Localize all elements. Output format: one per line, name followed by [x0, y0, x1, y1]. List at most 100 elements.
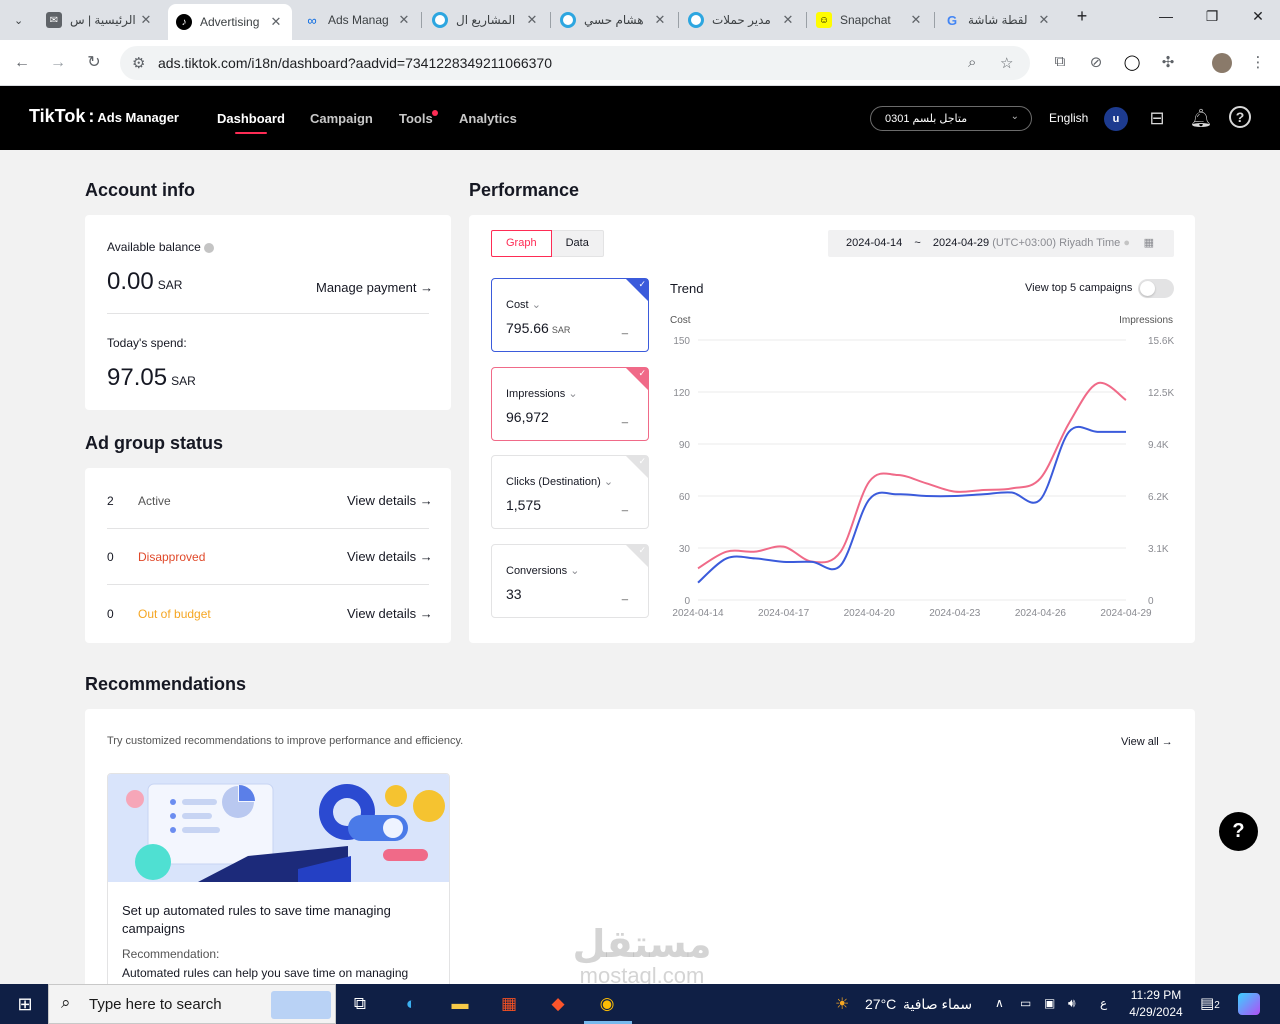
system-clock[interactable]: 11:29 PM 4/29/2024: [1129, 988, 1183, 1019]
app-header: TikTok: Ads Manager Dashboard Campaign To…: [0, 86, 1280, 150]
metric-card-conversions[interactable]: ✓ Conversions ⌄ 33 _: [491, 544, 649, 618]
tab-search-button[interactable]: ⌄: [8, 6, 34, 34]
close-window-button[interactable]: ✕: [1236, 8, 1280, 32]
browser-tab-5[interactable]: مدير حملات ✕: [680, 6, 804, 34]
extension-circle-icon[interactable]: ◯: [1122, 53, 1142, 73]
taskbar-search[interactable]: ⌕ Type here to search: [48, 984, 336, 1024]
x-tick-label: 2024-04-29: [1100, 608, 1152, 619]
store-icon[interactable]: ▦: [496, 992, 522, 1016]
browser-tab-7[interactable]: G لقطة شاشة ✕: [936, 6, 1060, 34]
close-icon[interactable]: ✕: [1036, 12, 1052, 28]
chrome-icon[interactable]: ◉: [594, 992, 620, 1016]
view-details-active-link[interactable]: View details →: [347, 493, 433, 508]
volume-icon[interactable]: 🔊︎: [1068, 996, 1076, 1011]
browser-tab-3[interactable]: المشاريع ال ✕: [424, 6, 548, 34]
task-view-icon[interactable]: ⧉: [347, 992, 373, 1016]
chevron-down-icon[interactable]: ⌄: [570, 565, 579, 577]
weather-temp[interactable]: 27°C: [865, 996, 896, 1012]
tiktok-logo[interactable]: TikTok: Ads Manager: [29, 106, 179, 127]
view-details-out-of-budget-link[interactable]: View details →: [347, 606, 433, 621]
notifications-icon[interactable]: ▤2: [1200, 994, 1220, 1012]
balance-value: 0.00 SAR: [107, 268, 183, 295]
trend-chart: Cost Impressions 150 15.6K 120 12.5K 90 9.4K 60 6…: [670, 315, 1174, 619]
input-language[interactable]: ع: [1100, 996, 1107, 1010]
extension-code-icon[interactable]: ⧉: [1050, 53, 1070, 73]
brave-icon[interactable]: ◆: [545, 992, 571, 1016]
status-label-out-of-budget: Out of budget: [138, 607, 211, 621]
briefcase-icon[interactable]: ⊟: [1145, 106, 1169, 130]
chevron-down-icon[interactable]: ⌄: [604, 476, 613, 488]
url-text[interactable]: ads.tiktok.com/i18n/dashboard?aadvid=734…: [158, 55, 552, 71]
close-icon[interactable]: ✕: [524, 12, 540, 28]
weather-icon[interactable]: ☀: [835, 994, 849, 1014]
user-avatar[interactable]: u: [1104, 107, 1128, 131]
close-icon[interactable]: ✕: [908, 12, 924, 28]
top5-toggle[interactable]: [1138, 279, 1174, 298]
close-icon[interactable]: ✕: [652, 12, 668, 28]
help-icon[interactable]: ?: [1229, 106, 1251, 128]
extensions-puzzle-icon[interactable]: ✣: [1158, 53, 1178, 73]
mail-icon: ✉: [46, 12, 62, 28]
account-info-title: Account info: [85, 180, 195, 200]
close-icon[interactable]: ✕: [396, 12, 412, 28]
copilot-icon[interactable]: [1238, 993, 1260, 1015]
metric-card-clicks[interactable]: ✓ Clicks (Destination) ⌄ 1,575 _: [491, 455, 649, 529]
close-icon[interactable]: ✕: [138, 12, 154, 28]
view-all-link[interactable]: View all →: [1121, 736, 1173, 748]
metric-card-impressions[interactable]: ✓ Impressions ⌄ 96,972 _: [491, 367, 649, 441]
back-arrow-icon[interactable]: ←: [11, 52, 33, 74]
bell-icon[interactable]: 🔔︎: [1189, 106, 1213, 130]
minimize-button[interactable]: —: [1144, 8, 1188, 32]
metric-card-cost[interactable]: ✓ Cost ⌄ 795.66 SAR _: [491, 278, 649, 352]
floating-help-button[interactable]: ?: [1219, 812, 1258, 851]
network-icon[interactable]: ▣: [1044, 996, 1055, 1010]
calendar-icon[interactable]: ▦: [1144, 230, 1154, 257]
tab-graph[interactable]: Graph: [491, 230, 552, 257]
browser-tab-strip: ⌄ ✉ الرئيسية | س ✕ ♪ Advertising ✕ ∞ Ads M…: [0, 0, 1280, 40]
close-icon[interactable]: ✕: [780, 12, 796, 28]
weather-text[interactable]: سماء صافية: [903, 996, 972, 1013]
zoom-icon[interactable]: ⌕: [968, 54, 976, 71]
tab-data[interactable]: Data: [551, 230, 604, 257]
file-explorer-icon[interactable]: ▬: [447, 992, 473, 1016]
browser-menu-icon[interactable]: ⋮: [1248, 53, 1268, 73]
reload-icon[interactable]: ↻: [83, 52, 105, 74]
info-icon[interactable]: [204, 242, 215, 253]
nav-analytics[interactable]: Analytics: [459, 111, 517, 126]
view-details-disapproved-link[interactable]: View details →: [347, 549, 433, 564]
divider: [107, 584, 429, 585]
manage-payment-link[interactable]: Manage payment →: [316, 280, 433, 295]
nav-campaign[interactable]: Campaign: [310, 111, 373, 126]
edge-icon[interactable]: ◐: [398, 992, 424, 1016]
x-tick-label: 2024-04-26: [1015, 608, 1067, 619]
browser-tab-6[interactable]: ☺ Snapchat ✕: [808, 6, 932, 34]
profile-avatar-icon[interactable]: [1212, 53, 1232, 73]
extension-link-icon[interactable]: ⊘: [1086, 53, 1106, 73]
account-selector[interactable]: 0301 متاجل بلسم ⌄: [870, 106, 1032, 131]
left-axis-title: Cost: [670, 315, 691, 326]
browser-tab-4[interactable]: هشام حسي ✕: [552, 6, 676, 34]
close-icon[interactable]: ✕: [268, 14, 284, 30]
browser-toolbar: ← → ↻ ⚙ ads.tiktok.com/i18n/dashboard?aa…: [0, 40, 1280, 86]
nav-tools[interactable]: Tools: [399, 111, 433, 126]
windows-start-icon[interactable]: ⊞: [12, 992, 38, 1016]
browser-tab-0[interactable]: ✉ الرئيسية | س ✕: [38, 6, 162, 34]
show-hidden-icons-icon[interactable]: ∧: [995, 996, 1004, 1010]
site-info-icon[interactable]: ⚙: [132, 54, 145, 72]
meet-now-icon[interactable]: ▭: [1020, 996, 1031, 1010]
language-selector[interactable]: English: [1049, 111, 1088, 125]
search-icon: ⌕: [61, 993, 71, 1012]
chevron-down-icon[interactable]: ⌄: [568, 388, 577, 400]
date-range-picker[interactable]: 2024-04-14 ~ 2024-04-29 (UTC+03:00) Riya…: [828, 230, 1174, 257]
address-bar[interactable]: ⚙ ads.tiktok.com/i18n/dashboard?aadvid=7…: [120, 46, 1030, 80]
nav-dashboard[interactable]: Dashboard: [217, 111, 285, 134]
browser-tab-2[interactable]: ∞ Ads Manag ✕: [296, 6, 420, 34]
bookmark-star-icon[interactable]: ☆: [1000, 54, 1013, 72]
recommendation-card-automated-rules[interactable]: Set up automated rules to save time mana…: [107, 773, 450, 1003]
new-tab-button[interactable]: +: [1060, 6, 1104, 30]
forward-arrow-icon[interactable]: →: [47, 52, 69, 74]
chevron-down-icon[interactable]: ⌄: [532, 299, 541, 311]
left-tick-label: 60: [679, 492, 691, 503]
browser-tab-1[interactable]: ♪ Advertising ✕: [168, 4, 292, 40]
maximize-button[interactable]: ❐: [1190, 8, 1234, 32]
